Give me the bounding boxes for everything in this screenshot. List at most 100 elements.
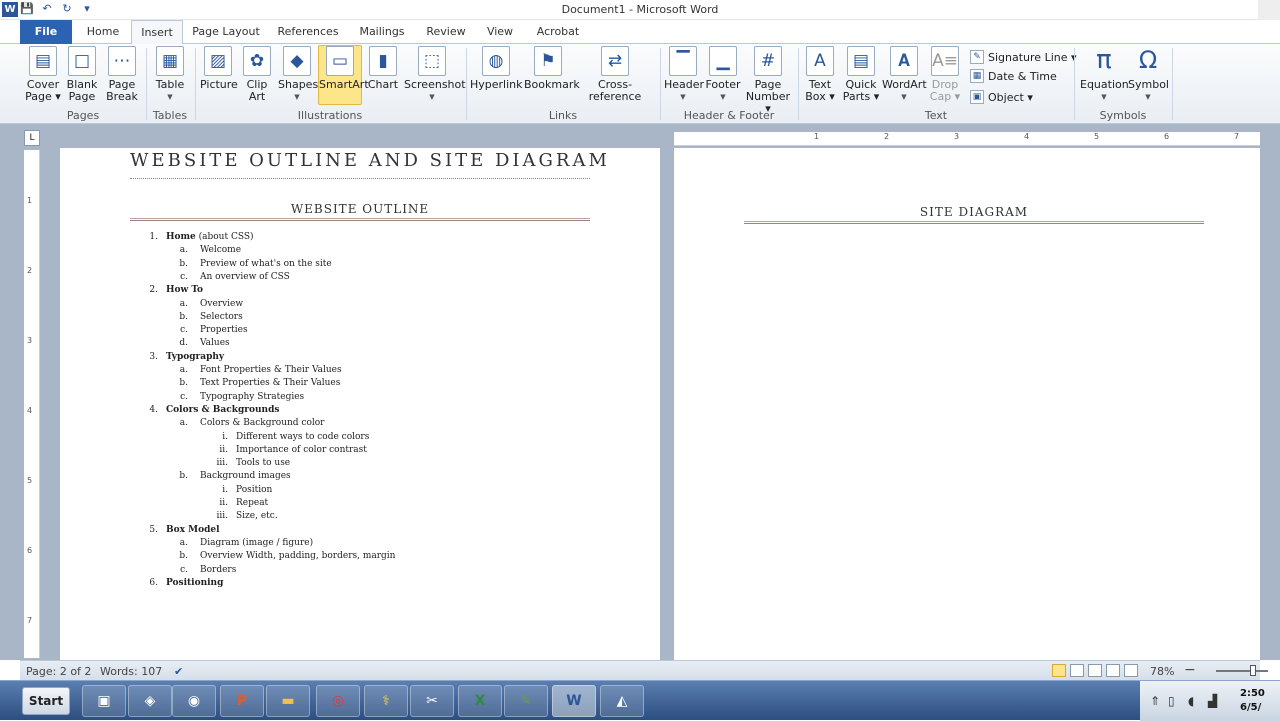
- title-bar: W 💾 ↶ ↻ ▾ Document1 - Microsoft Word: [0, 0, 1280, 20]
- zoom-level[interactable]: 78%: [1150, 665, 1174, 678]
- web-layout-icon[interactable]: [1088, 664, 1102, 677]
- dropdown-arrow-icon: ▼: [901, 93, 907, 101]
- shapes-button[interactable]: ◆ Shapes ▼: [278, 46, 318, 103]
- tab-references[interactable]: References: [272, 20, 344, 44]
- clip-art-button[interactable]: ✿ Clip Art: [240, 46, 274, 103]
- media-icon[interactable]: ◈: [128, 685, 172, 717]
- outline-view-icon[interactable]: [1106, 664, 1120, 677]
- ruler-tick: 7: [1234, 132, 1240, 141]
- clip-art-icon: ✿: [243, 46, 271, 76]
- proofing-icon[interactable]: ✔: [174, 665, 183, 678]
- outline-item-number: 1.: [149, 232, 158, 242]
- equation-button[interactable]: π Equation ▼: [1080, 46, 1129, 103]
- page-count[interactable]: Page: 2 of 2: [26, 665, 91, 678]
- tab-page-layout[interactable]: Page Layout: [190, 20, 262, 44]
- hyperlink-button[interactable]: ◍ Hyperlink: [470, 46, 523, 91]
- start-button[interactable]: Start: [22, 687, 70, 715]
- tab-home[interactable]: Home: [78, 20, 128, 44]
- outline-item-number: c.: [180, 325, 188, 336]
- screenshot-button[interactable]: ⬚ Screenshot ▼: [404, 46, 466, 103]
- powerpoint-icon[interactable]: P: [220, 685, 264, 717]
- bookmark-button[interactable]: ⚑ Bookmark: [524, 46, 580, 91]
- word-taskbar-icon[interactable]: W: [552, 685, 596, 717]
- show-hidden-icons-icon[interactable]: ⇑: [1150, 694, 1160, 708]
- quick-parts-icon: ▤: [847, 46, 875, 76]
- footer-button[interactable]: ▁ Footer ▼: [704, 46, 742, 103]
- chart-label: Chart: [367, 78, 399, 91]
- clip-art-label-2: Art: [248, 90, 266, 103]
- object-button[interactable]: ▣ Object ▾: [970, 90, 1033, 104]
- word-count[interactable]: Words: 107: [100, 665, 162, 678]
- recorder-icon[interactable]: ◎: [316, 685, 360, 717]
- tools-icon[interactable]: ✂: [410, 685, 454, 717]
- text-box-button[interactable]: A Text Box ▾: [802, 46, 838, 103]
- cross-reference-button[interactable]: ⇄ Cross-reference: [576, 46, 654, 103]
- page-break-button[interactable]: ⋯ Page Break: [104, 46, 140, 103]
- power-icon[interactable]: ▯: [1168, 694, 1175, 708]
- cover-page-button[interactable]: ▤ Cover Page ▾: [24, 46, 62, 103]
- python-icon[interactable]: ⚕: [364, 685, 408, 717]
- tab-insert[interactable]: Insert: [131, 20, 183, 45]
- chart-button[interactable]: ▮ Chart: [366, 46, 400, 91]
- wordart-button[interactable]: 𝐀 WordArt ▼: [882, 46, 927, 103]
- computer-icon[interactable]: ▣: [82, 685, 126, 717]
- dropdown-arrow-icon: ▼: [720, 93, 726, 101]
- outline-item-text: An overview of CSS: [200, 272, 290, 282]
- graduation-icon[interactable]: ◭: [600, 685, 644, 717]
- signature-line-button[interactable]: ✎ Signature Line ▾: [970, 50, 1077, 64]
- zoom-slider[interactable]: [1216, 670, 1268, 672]
- picture-button[interactable]: ▨ Picture: [200, 46, 238, 91]
- smartart-button[interactable]: ▭ SmartArt: [318, 45, 369, 105]
- volume-icon[interactable]: ◖: [1188, 694, 1194, 708]
- zoom-out-icon[interactable]: −: [1184, 662, 1196, 678]
- print-layout-view-icon[interactable]: [1052, 664, 1066, 677]
- outline-item-text: Font Properties & Their Values: [200, 365, 342, 375]
- excel-icon[interactable]: X: [458, 685, 502, 717]
- outline-item-label: Overview Width, padding, borders, margin: [200, 551, 396, 562]
- table-label: Table: [155, 78, 185, 91]
- ruler-tick: 3: [27, 336, 33, 345]
- taskbar: Start ▣ ◈ ◉ P ▬ ◎ ⚕ ✂ X ✎ W ◭ ⇑ ▯ ◖ ▟ 2:…: [0, 680, 1280, 721]
- editor-icon[interactable]: ✎: [504, 685, 548, 717]
- window-controls[interactable]: [1258, 0, 1280, 20]
- group-pages-label: Pages: [66, 109, 100, 122]
- drop-cap-button[interactable]: A≡ Drop Cap ▾: [928, 46, 962, 103]
- tab-view[interactable]: View: [480, 20, 520, 44]
- outline-item-text: How To: [166, 285, 203, 295]
- object-label: Object ▾: [988, 90, 1033, 104]
- header-icon: ▔: [669, 46, 697, 76]
- tab-mailings[interactable]: Mailings: [352, 20, 412, 44]
- outline-item-label: Position: [236, 484, 273, 495]
- outline-item-text: Text Properties & Their Values: [200, 378, 340, 388]
- bookmark-label: Bookmark: [524, 78, 580, 91]
- header-button[interactable]: ▔ Header ▼: [664, 46, 704, 103]
- document-page-2[interactable]: SITE DIAGRAM: [674, 148, 1260, 660]
- tab-selector-button[interactable]: L: [24, 130, 40, 146]
- ruler-tick: 1: [27, 196, 33, 205]
- full-screen-reading-icon[interactable]: [1070, 664, 1084, 677]
- outline-item-text: Values: [200, 338, 230, 348]
- draft-view-icon[interactable]: [1124, 664, 1138, 677]
- chrome-icon[interactable]: ◉: [172, 685, 216, 717]
- date-time-button[interactable]: ▦ Date & Time: [970, 69, 1057, 83]
- tab-acrobat[interactable]: Acrobat: [530, 20, 586, 44]
- quick-parts-button[interactable]: ▤ Quick Parts ▾: [842, 46, 880, 103]
- clock[interactable]: 2:50 6/5/: [1240, 687, 1265, 715]
- symbol-button[interactable]: Ω Symbol ▼: [1128, 46, 1169, 103]
- group-tables-label: Tables: [152, 109, 188, 122]
- zoom-slider-handle[interactable]: [1250, 665, 1256, 676]
- outline-item-number: iii.: [216, 511, 229, 522]
- table-button[interactable]: ▦ Table ▼: [152, 46, 188, 103]
- cover-page-icon: ▤: [29, 46, 57, 76]
- blank-page-button[interactable]: □ Blank Page: [64, 46, 100, 103]
- group-separator: [798, 48, 799, 120]
- document-page-1[interactable]: WEBSITE OUTLINE AND SITE DIAGRAM WEBSITE…: [60, 148, 660, 660]
- folder-icon[interactable]: ▬: [266, 685, 310, 717]
- network-icon[interactable]: ▟: [1208, 694, 1217, 708]
- tab-review[interactable]: Review: [420, 20, 472, 44]
- tab-file[interactable]: File: [20, 20, 72, 44]
- vertical-ruler[interactable]: 1 2 3 4 5 6 7: [24, 150, 40, 658]
- page-number-button[interactable]: # Page Number ▾: [744, 46, 792, 115]
- hyperlink-label: Hyperlink: [470, 78, 523, 91]
- horizontal-ruler[interactable]: 1 2 3 4 5 6 7: [674, 132, 1260, 146]
